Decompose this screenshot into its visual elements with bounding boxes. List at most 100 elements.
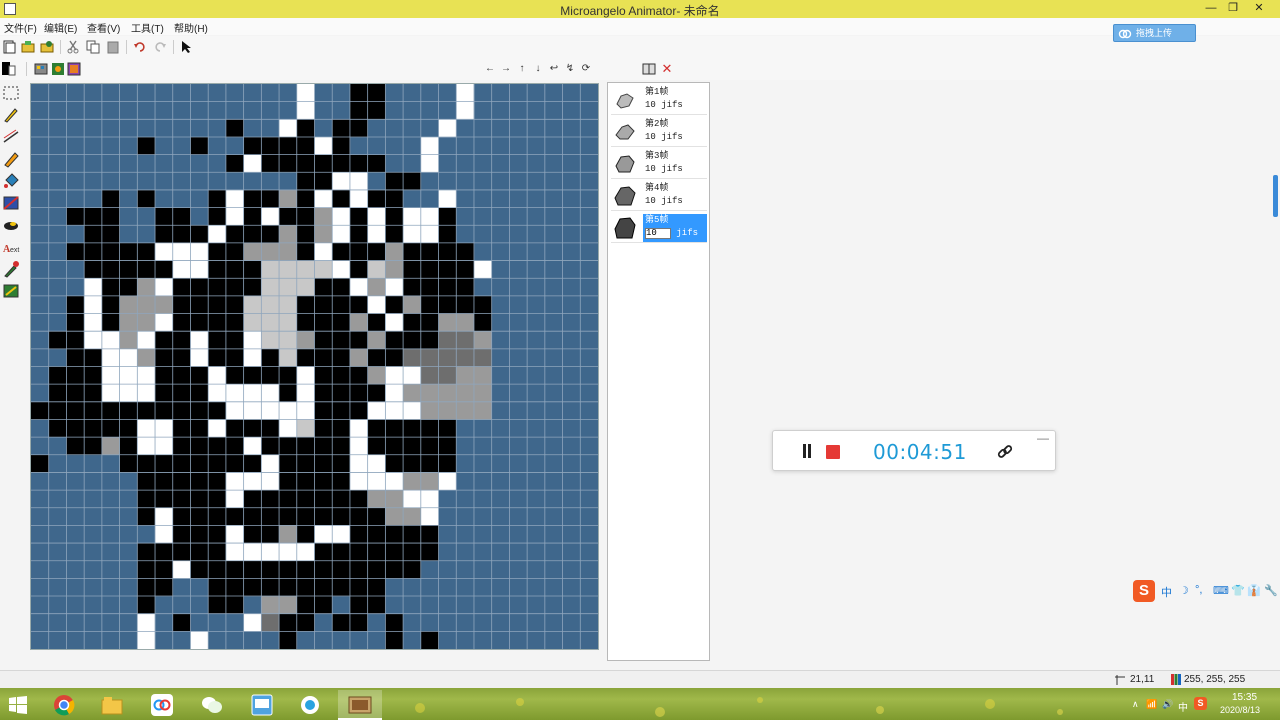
pixel-cell[interactable] [279, 437, 298, 456]
pixel-cell[interactable] [155, 401, 174, 420]
taskbar-microangelo[interactable] [338, 690, 382, 720]
pixel-cell[interactable] [172, 507, 191, 526]
pixel-cell[interactable] [172, 366, 191, 385]
pixel-cell[interactable] [385, 366, 404, 385]
pixel-cell[interactable] [296, 543, 315, 562]
windows-start-icon[interactable] [8, 695, 28, 715]
pixel-cell[interactable] [438, 119, 457, 138]
ime-settings-icon[interactable]: 🔧 [1264, 584, 1278, 597]
pixel-cell[interactable] [172, 472, 191, 491]
pixel-cell[interactable] [137, 295, 156, 314]
pixel-cell[interactable] [190, 472, 209, 491]
pixel-cell[interactable] [279, 401, 298, 420]
taskbar-chrome[interactable] [42, 690, 86, 720]
pixel-cell[interactable] [332, 278, 351, 297]
pixel-cell[interactable] [420, 295, 439, 314]
tray-expand-icon[interactable]: ∧ [1132, 699, 1139, 710]
pixel-cell[interactable] [137, 596, 156, 614]
pixel-cell[interactable] [279, 560, 298, 579]
pixel-cell[interactable] [420, 525, 439, 544]
pixel-cell[interactable] [208, 401, 227, 420]
pixel-cell[interactable] [172, 454, 191, 473]
pixel-cell[interactable] [438, 189, 457, 208]
pixel-cell[interactable] [314, 154, 333, 173]
pixel-cell[interactable] [367, 490, 386, 509]
shift-right-icon[interactable]: → [499, 62, 513, 76]
pixel-cell[interactable] [403, 490, 422, 509]
pixel-cell[interactable] [137, 437, 156, 456]
pixel-cell[interactable] [296, 260, 315, 279]
pixel-cell[interactable] [279, 472, 298, 491]
pixel-cell[interactable] [84, 437, 103, 456]
pixel-cell[interactable] [190, 384, 209, 403]
pixel-cell[interactable] [190, 437, 209, 456]
pixel-cell[interactable] [420, 490, 439, 509]
pixel-cell[interactable] [367, 507, 386, 526]
tray-network-icon[interactable]: 📶 [1146, 699, 1157, 710]
pixel-cell[interactable] [119, 295, 138, 314]
pixel-cell[interactable] [243, 189, 262, 208]
pixel-cell[interactable] [101, 189, 120, 208]
pixel-cell[interactable] [296, 242, 315, 261]
menu-help[interactable]: 帮助(H) [174, 20, 208, 35]
pixel-cell[interactable] [420, 348, 439, 367]
pixel-cell[interactable] [473, 366, 492, 385]
pixel-cell[interactable] [296, 490, 315, 509]
frame-item-3[interactable]: 第3帧 10 jifs [611, 149, 707, 179]
pixel-cell[interactable] [403, 419, 422, 438]
pixel-cell[interactable] [296, 136, 315, 155]
pixel-cell[interactable] [367, 189, 386, 208]
pixel-cell[interactable] [385, 507, 404, 526]
pixel-cell[interactable] [243, 260, 262, 279]
pixel-cell[interactable] [349, 384, 368, 403]
pixel-cell[interactable] [367, 366, 386, 385]
pixel-cell[interactable] [296, 295, 315, 314]
pixel-cell[interactable] [84, 401, 103, 420]
pixel-cell[interactable] [172, 525, 191, 544]
pixel-cell[interactable] [190, 631, 209, 649]
shift-left-icon[interactable]: ← [483, 62, 497, 76]
pixel-cell[interactable] [66, 401, 85, 420]
pixel-cell[interactable] [438, 278, 457, 297]
pixel-cell[interactable] [420, 331, 439, 350]
pixel-cell[interactable] [438, 401, 457, 420]
pixel-cell[interactable] [279, 225, 298, 244]
pixel-cell[interactable] [296, 172, 315, 191]
select-rectangle-icon[interactable] [2, 84, 20, 102]
pixel-cell[interactable] [385, 172, 404, 191]
pixel-cell[interactable] [420, 543, 439, 562]
pixel-cell[interactable] [332, 507, 351, 526]
pixel-cell[interactable] [403, 331, 422, 350]
pixel-cell[interactable] [367, 560, 386, 579]
pixel-cell[interactable] [332, 136, 351, 155]
pixel-cell[interactable] [332, 172, 351, 191]
pixel-cell[interactable] [385, 401, 404, 420]
pixel-cell[interactable] [314, 454, 333, 473]
pixel-cell[interactable] [261, 401, 280, 420]
pixel-cell[interactable] [137, 578, 156, 597]
pixel-cell[interactable] [296, 596, 315, 614]
pixel-cell[interactable] [261, 242, 280, 261]
pixel-cell[interactable] [243, 419, 262, 438]
copy-icon[interactable] [86, 40, 100, 54]
pixel-cell[interactable] [119, 242, 138, 261]
pixel-cell[interactable] [84, 207, 103, 226]
menu-edit[interactable]: 编辑(E) [44, 20, 77, 35]
pixel-cell[interactable] [208, 578, 227, 597]
pixel-cell[interactable] [225, 454, 244, 473]
pixel-cell[interactable] [473, 348, 492, 367]
pixel-cell[interactable] [190, 348, 209, 367]
pixel-cell[interactable] [84, 348, 103, 367]
pixel-cell[interactable] [332, 437, 351, 456]
pixel-cell[interactable] [314, 172, 333, 191]
pixel-cell[interactable] [420, 454, 439, 473]
pixel-cell[interactable] [208, 348, 227, 367]
pixel-cell[interactable] [101, 260, 120, 279]
pixel-cell[interactable] [314, 490, 333, 509]
pixel-cell[interactable] [190, 313, 209, 332]
pixel-cell[interactable] [155, 507, 174, 526]
pixel-cell[interactable] [279, 366, 298, 385]
pixel-cell[interactable] [456, 384, 475, 403]
pixel-cell[interactable] [225, 225, 244, 244]
pixel-cell[interactable] [137, 313, 156, 332]
